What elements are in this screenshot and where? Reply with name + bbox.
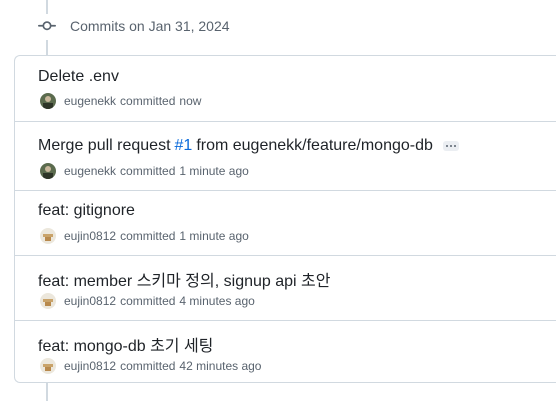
commit-title-link[interactable]: from eugenekk/feature/mongo-db [196,137,433,155]
commit-title-link[interactable]: feat: gitignore [38,202,135,220]
commit-time: 4 minutes ago [179,294,255,308]
eujin0812-avatar[interactable] [40,293,56,309]
commit-meta: eugenekk committed 1 minute ago [40,163,249,179]
commit-title: Merge pull request #1 from eugenekk/feat… [38,137,459,155]
commit-time: 1 minute ago [179,229,249,243]
commit-meta: eujin0812 committed 4 minutes ago [40,293,255,309]
commit-author[interactable]: eujin0812 [64,229,116,243]
commit-meta: eujin0812 committed 42 minutes ago [40,358,261,374]
expand-message-button[interactable] [442,141,459,151]
commit-verb: committed [120,359,176,373]
commit-title-link[interactable]: Merge pull request [38,137,171,155]
commit-time: 42 minutes ago [179,359,262,373]
commit-verb: committed [120,164,176,178]
commit-list: Delete .env eugenekk committed now Merge… [14,55,556,383]
commit-row: feat: member 스키마 정의, signup api 초안 eujin… [15,256,556,321]
commit-verb: committed [120,94,176,108]
timeline-line-bottom [46,383,48,401]
timeline-line-top [46,0,48,14]
eugenekk-avatar[interactable] [40,93,56,109]
commit-title-link[interactable]: Delete .env [38,68,119,86]
eugenekk-avatar[interactable] [40,163,56,179]
commit-row: feat: mongo-db 초기 세팅 eujin0812 committed… [15,321,556,384]
commit-verb: committed [120,294,176,308]
commit-verb: committed [120,229,176,243]
commit-meta: eugenekk committed now [40,93,201,109]
commit-row: Delete .env eugenekk committed now [15,56,556,122]
commit-title-link[interactable]: feat: member 스키마 정의, signup api 초안 [38,267,330,291]
commit-time: now [179,94,202,108]
commit-author[interactable]: eugenekk [64,94,116,108]
commit-group-header: Commits on Jan 31, 2024 [38,15,230,37]
commit-author[interactable]: eujin0812 [64,359,116,373]
commit-title-link[interactable]: feat: mongo-db 초기 세팅 [38,332,213,356]
commit-row: Merge pull request #1 from eugenekk/feat… [15,122,556,191]
commit-author[interactable]: eujin0812 [64,294,116,308]
git-commit-icon [38,21,56,31]
pull-request-link[interactable]: #1 [175,137,193,155]
eujin0812-avatar[interactable] [40,228,56,244]
commit-row: feat: gitignore eujin0812 committed 1 mi… [15,191,556,256]
timeline-line-connector [46,40,48,56]
commit-author[interactable]: eugenekk [64,164,116,178]
eujin0812-avatar[interactable] [40,358,56,374]
commit-meta: eujin0812 committed 1 minute ago [40,228,249,244]
commit-group-title: Commits on Jan 31, 2024 [70,18,230,34]
commit-time: 1 minute ago [179,164,249,178]
